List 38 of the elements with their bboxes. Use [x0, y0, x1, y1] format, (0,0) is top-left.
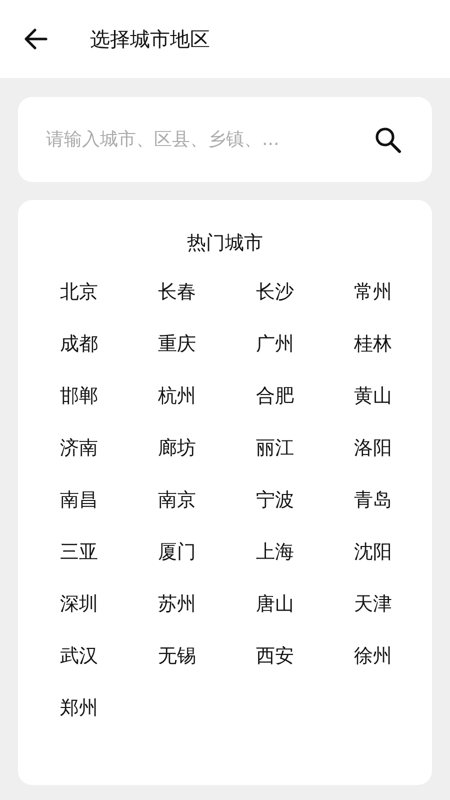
- city-item[interactable]: 三亚: [60, 540, 98, 565]
- city-item[interactable]: 合肥: [256, 384, 294, 409]
- city-item[interactable]: 南昌: [60, 488, 98, 513]
- city-item[interactable]: 杭州: [158, 384, 196, 409]
- city-item[interactable]: 无锡: [158, 644, 196, 669]
- city-item[interactable]: 广州: [256, 332, 294, 357]
- back-arrow-icon[interactable]: [24, 28, 48, 50]
- city-item[interactable]: 武汉: [60, 644, 98, 669]
- city-item[interactable]: 沈阳: [354, 540, 392, 565]
- city-item[interactable]: 北京: [60, 280, 98, 305]
- search-icon[interactable]: [374, 126, 402, 154]
- page-title: 选择城市地区: [90, 26, 210, 52]
- city-item[interactable]: 重庆: [158, 332, 196, 357]
- section-title: 热门城市: [186, 231, 264, 256]
- city-item[interactable]: 唐山: [256, 592, 294, 617]
- city-item[interactable]: 天津: [354, 592, 392, 617]
- city-item[interactable]: 廊坊: [158, 436, 196, 461]
- city-item[interactable]: 宁波: [256, 488, 294, 513]
- city-item[interactable]: 青岛: [354, 488, 392, 513]
- city-item[interactable]: 徐州: [354, 644, 392, 669]
- city-item[interactable]: 常州: [354, 280, 392, 305]
- city-item[interactable]: 济南: [60, 436, 98, 461]
- city-item[interactable]: 丽江: [256, 436, 294, 461]
- city-item[interactable]: 成都: [60, 332, 98, 357]
- search-field[interactable]: 请输入城市、区县、乡镇、...: [44, 128, 374, 151]
- city-item[interactable]: 南京: [158, 488, 196, 513]
- city-item[interactable]: 邯郸: [60, 384, 98, 409]
- city-item[interactable]: 厦门: [158, 540, 196, 565]
- city-item[interactable]: 上海: [256, 540, 294, 565]
- city-item[interactable]: 郑州: [60, 696, 98, 721]
- city-item[interactable]: 深圳: [60, 592, 98, 617]
- city-item[interactable]: 苏州: [158, 592, 196, 617]
- city-item[interactable]: 西安: [256, 644, 294, 669]
- city-item[interactable]: 长春: [158, 280, 196, 305]
- city-item[interactable]: 洛阳: [354, 436, 392, 461]
- city-item[interactable]: 长沙: [256, 280, 294, 305]
- city-item[interactable]: 黄山: [354, 384, 392, 409]
- city-item[interactable]: 桂林: [354, 332, 392, 357]
